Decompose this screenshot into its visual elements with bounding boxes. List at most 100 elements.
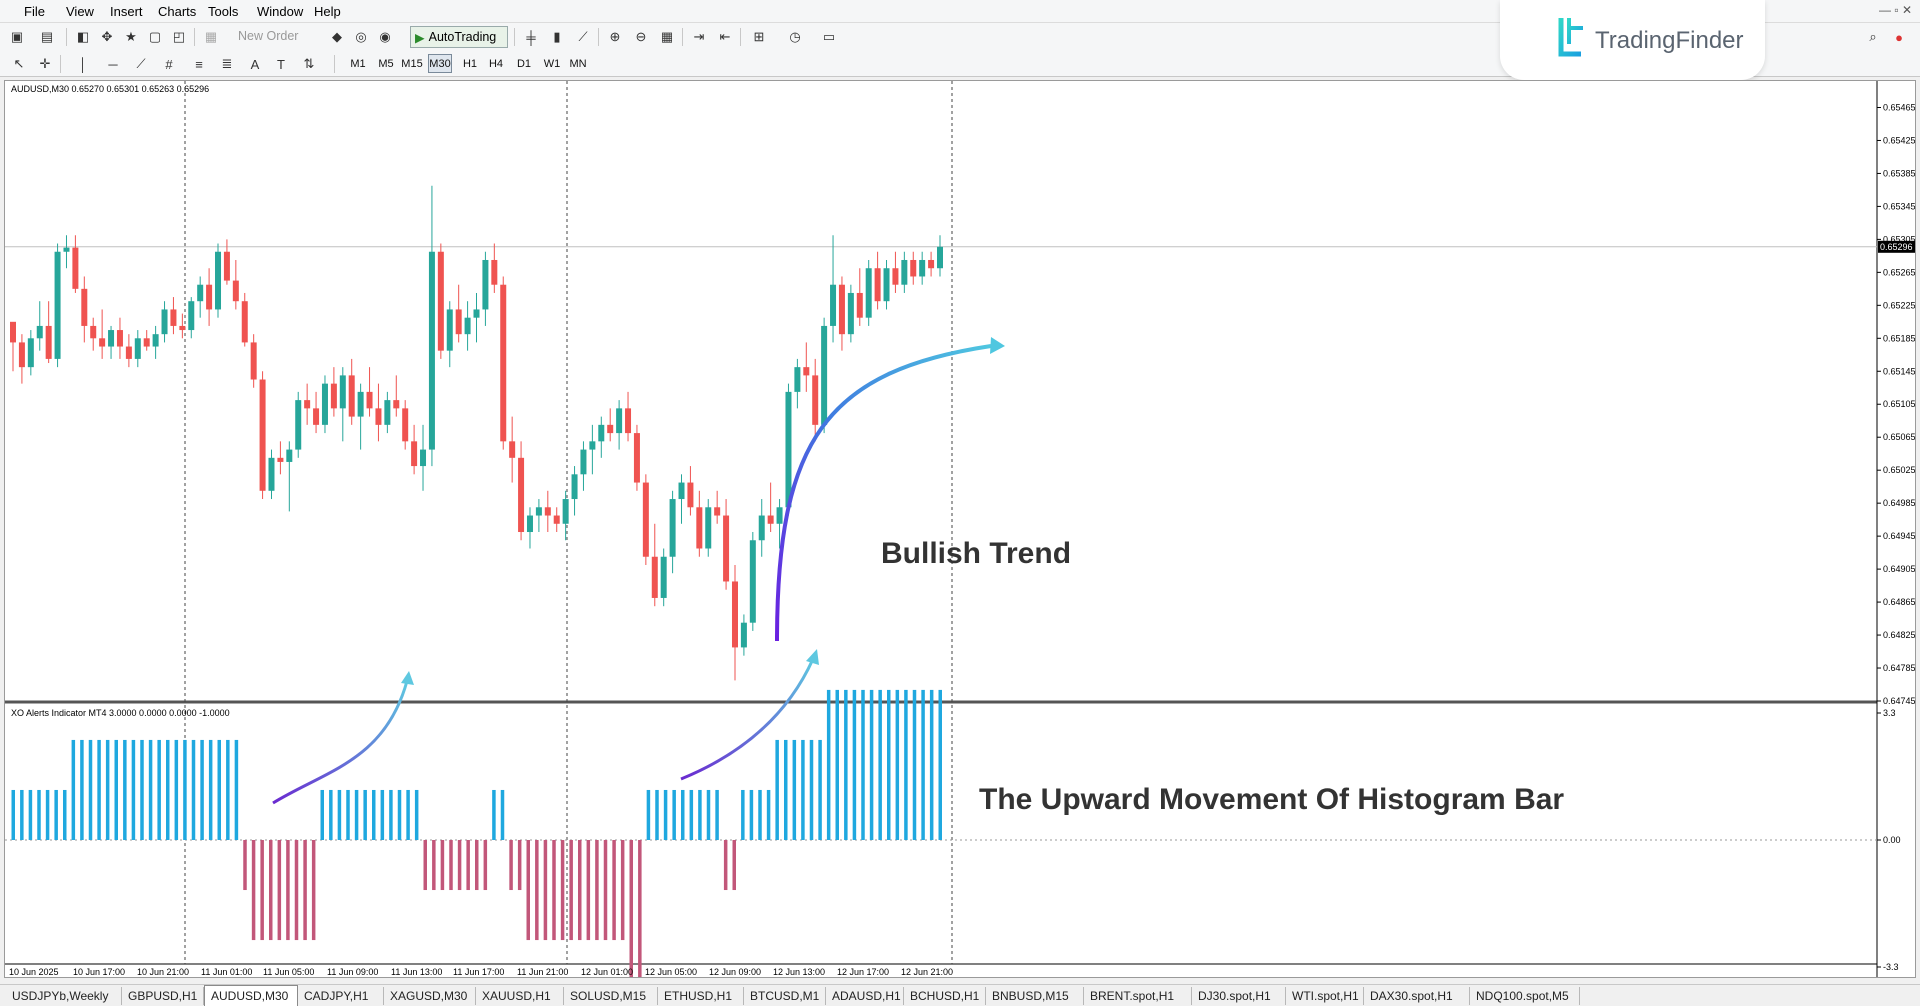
timeframe-h4[interactable]: H4	[484, 54, 508, 73]
candle	[313, 408, 320, 425]
candlestick-icon[interactable]: ▮	[546, 27, 568, 47]
indicators-icon[interactable]: ⊞	[748, 27, 770, 47]
vertical-line-icon[interactable]: │	[72, 54, 94, 74]
zoom-out-icon[interactable]: ⊖	[630, 27, 652, 47]
strategy-tester-icon[interactable]: ◰	[168, 27, 190, 47]
chart-tab[interactable]: WTI.spot,H1	[1286, 987, 1364, 1005]
vps-icon[interactable]: ◉	[374, 27, 396, 47]
timeframe-m15[interactable]: M15	[400, 54, 424, 73]
menu-charts[interactable]: Charts	[158, 4, 196, 19]
chart-tab[interactable]: XAGUSD,M30	[384, 987, 476, 1005]
candle	[669, 499, 676, 557]
autotrading-button[interactable]: ▶ AutoTrading	[410, 26, 508, 48]
timeframe-d1[interactable]: D1	[512, 54, 536, 73]
menu-file[interactable]: File	[24, 4, 45, 19]
new-chart-icon[interactable]: ▣	[6, 27, 28, 47]
histogram-bar	[217, 739, 221, 840]
trendline-icon[interactable]: ⟋	[130, 54, 152, 74]
terminal-icon[interactable]: ▢	[144, 27, 166, 47]
chart-tab[interactable]: SOLUSD,M15	[564, 987, 658, 1005]
candle	[232, 280, 239, 302]
chart-tab[interactable]: BRENT.spot,H1	[1084, 987, 1192, 1005]
channel-icon[interactable]: #	[158, 54, 180, 74]
histogram-bar	[638, 840, 642, 977]
chart-tab[interactable]: AUDUSD,M30	[204, 985, 298, 1006]
candle	[509, 441, 516, 458]
candle	[170, 309, 177, 326]
chart-tab[interactable]: CADJPY,H1	[298, 987, 384, 1005]
histogram-bar	[311, 840, 316, 941]
timeframe-w1[interactable]: W1	[540, 54, 564, 73]
menu-view[interactable]: View	[66, 4, 94, 19]
chart-tab[interactable]: NDQ100.spot,M5	[1470, 987, 1580, 1005]
chart-tab[interactable]: USDJPYb,Weekly	[6, 987, 122, 1005]
chart-tab[interactable]: BCHUSD,H1	[904, 987, 986, 1005]
price-chart[interactable]: 0.654650.654250.653850.653450.653050.652…	[5, 81, 1915, 977]
fibonacci-icon[interactable]: ≡	[188, 54, 210, 74]
text-label-icon[interactable]: T	[270, 54, 292, 74]
bar-chart-icon[interactable]: ╪	[520, 27, 542, 47]
histogram-bar	[749, 789, 754, 840]
chart-tab[interactable]: DAX30.spot,H1	[1364, 987, 1470, 1005]
window-controls[interactable]: — ▫ ✕	[1879, 3, 1912, 17]
candle	[910, 259, 917, 277]
candle	[152, 334, 159, 347]
timeframe-m30[interactable]: M30	[428, 54, 452, 73]
histogram-bar	[578, 840, 582, 941]
timeframe-h1[interactable]: H1	[458, 54, 482, 73]
chart-tabs: USDJPYb,Weekly GBPUSD,H1 AUDUSD,M30 CADJPY,…	[0, 984, 1920, 1006]
chart-window[interactable]: 0.65465 0.65425 0.65385 0.65345 0.65305 0.652…	[4, 80, 1916, 978]
candle	[883, 268, 890, 302]
histogram-bar	[672, 789, 676, 840]
line-chart-icon[interactable]: ⟋	[572, 27, 594, 47]
signals-icon[interactable]: ◎	[350, 27, 372, 47]
metaeditor-icon[interactable]: ◆	[326, 27, 348, 47]
indicator-tick-label: 3.3	[1883, 708, 1896, 718]
navigator-icon[interactable]: ★	[120, 27, 142, 47]
horizontal-line-icon[interactable]: ─	[102, 54, 124, 74]
text-icon[interactable]: A	[244, 54, 266, 74]
new-order-icon[interactable]: ▦	[200, 27, 222, 47]
data-window-icon[interactable]: ✥	[96, 27, 118, 47]
menu-insert[interactable]: Insert	[110, 4, 143, 19]
new-order-button[interactable]: New Order	[238, 29, 298, 43]
histogram-bar	[921, 689, 925, 840]
chart-tab[interactable]: BNBUSD,M15	[986, 987, 1084, 1005]
autoscroll-icon[interactable]: ⇤	[714, 27, 736, 47]
chart-tab[interactable]: GBPUSD,H1	[122, 987, 204, 1005]
candle	[402, 408, 409, 442]
search-icon[interactable]: ⌕	[1862, 27, 1884, 47]
timeframe-m5[interactable]: M5	[374, 54, 398, 73]
crosshair-icon[interactable]: ✛	[34, 54, 56, 74]
timeframe-mn[interactable]: MN	[566, 54, 590, 73]
histogram-bar	[818, 739, 822, 840]
templates-icon[interactable]: ▭	[818, 27, 840, 47]
candle	[250, 342, 257, 380]
fibo-fan-icon[interactable]: ≣	[216, 54, 238, 74]
candle	[72, 247, 79, 289]
zoom-in-icon[interactable]: ⊕	[604, 27, 626, 47]
menu-tools[interactable]: Tools	[208, 4, 238, 19]
menu-help[interactable]: Help	[314, 4, 341, 19]
chart-tab[interactable]: ADAUSD,H1	[826, 987, 904, 1005]
chart-tab[interactable]: DJ30.spot,H1	[1192, 987, 1286, 1005]
profiles-icon[interactable]: ▤	[36, 27, 58, 47]
periods-icon[interactable]: ◷	[784, 27, 806, 47]
timeframe-m1[interactable]: M1	[346, 54, 370, 73]
histogram-bar	[28, 789, 33, 840]
tile-windows-icon[interactable]: ▦	[656, 27, 678, 47]
market-watch-icon[interactable]: ◧	[72, 27, 94, 47]
price-tick-label: 0.65345	[1883, 201, 1915, 211]
chart-shift-icon[interactable]: ⇥	[688, 27, 710, 47]
menu-window[interactable]: Window	[257, 4, 303, 19]
histogram-bar	[826, 689, 831, 840]
histogram-bar	[423, 840, 427, 891]
chart-tab[interactable]: ETHUSD,H1	[658, 987, 744, 1005]
arrows-icon[interactable]: ⇅	[298, 54, 320, 74]
candle	[223, 251, 230, 281]
chart-tab[interactable]: BTCUSD,M1	[744, 987, 826, 1005]
notifications-icon[interactable]: ●	[1888, 27, 1910, 47]
chart-tab[interactable]: XAUUSD,H1	[476, 987, 564, 1005]
cursor-icon[interactable]: ↖	[8, 54, 30, 74]
candle	[856, 292, 863, 318]
